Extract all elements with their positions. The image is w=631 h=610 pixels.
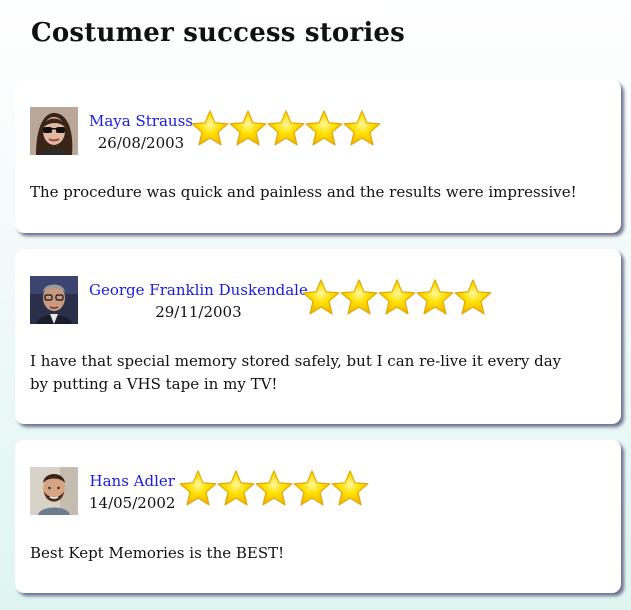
star-icon xyxy=(454,278,492,316)
star-icon xyxy=(267,109,305,147)
star-icon xyxy=(229,109,267,147)
testimonial-text: The procedure was quick and painless and… xyxy=(30,183,577,201)
star-rating xyxy=(179,469,369,507)
star-icon xyxy=(179,469,217,507)
star-icon xyxy=(331,469,369,507)
star-rating xyxy=(302,278,492,316)
reviewer-avatar xyxy=(30,467,78,515)
review-date: 26/08/2003 xyxy=(97,134,185,152)
reviewer-name-link[interactable]: George Franklin Duskendale xyxy=(89,279,308,301)
reviewer-info: George Franklin Duskendale 29/11/2003 xyxy=(89,279,308,323)
page-title: Costumer success stories xyxy=(31,18,406,48)
star-icon xyxy=(293,469,331,507)
star-icon xyxy=(217,469,255,507)
star-icon xyxy=(416,278,454,316)
review-card: Maya Strauss 26/08/2003 The procedure wa… xyxy=(15,80,621,233)
review-date: 14/05/2002 xyxy=(89,494,176,512)
reviewer-name-link[interactable]: Hans Adler xyxy=(89,470,175,492)
star-icon xyxy=(343,109,381,147)
bearded-man-avatar-icon xyxy=(30,467,78,515)
testimonial-text: Best Kept Memories is the BEST! xyxy=(30,544,285,562)
star-icon xyxy=(255,469,293,507)
star-icon xyxy=(302,278,340,316)
woman-with-sunglasses-avatar-icon xyxy=(30,107,78,155)
man-with-glasses-avatar-icon xyxy=(30,276,78,324)
reviewer-info: Hans Adler 14/05/2002 xyxy=(89,470,175,514)
testimonial-text: I have that special memory stored safely… xyxy=(30,352,562,393)
reviewer-name-link[interactable]: Maya Strauss xyxy=(89,110,193,132)
reviewer-info: Maya Strauss 26/08/2003 xyxy=(89,110,193,154)
star-icon xyxy=(378,278,416,316)
reviewer-avatar xyxy=(30,107,78,155)
reviewer-avatar xyxy=(30,276,78,324)
review-date: 29/11/2003 xyxy=(155,303,242,321)
star-icon xyxy=(340,278,378,316)
star-rating xyxy=(191,109,381,147)
star-icon xyxy=(305,109,343,147)
review-card: Hans Adler 14/05/2002 Best Kept Memories… xyxy=(15,440,621,593)
star-icon xyxy=(191,109,229,147)
review-card: George Franklin Duskendale 29/11/2003 I … xyxy=(15,249,621,424)
